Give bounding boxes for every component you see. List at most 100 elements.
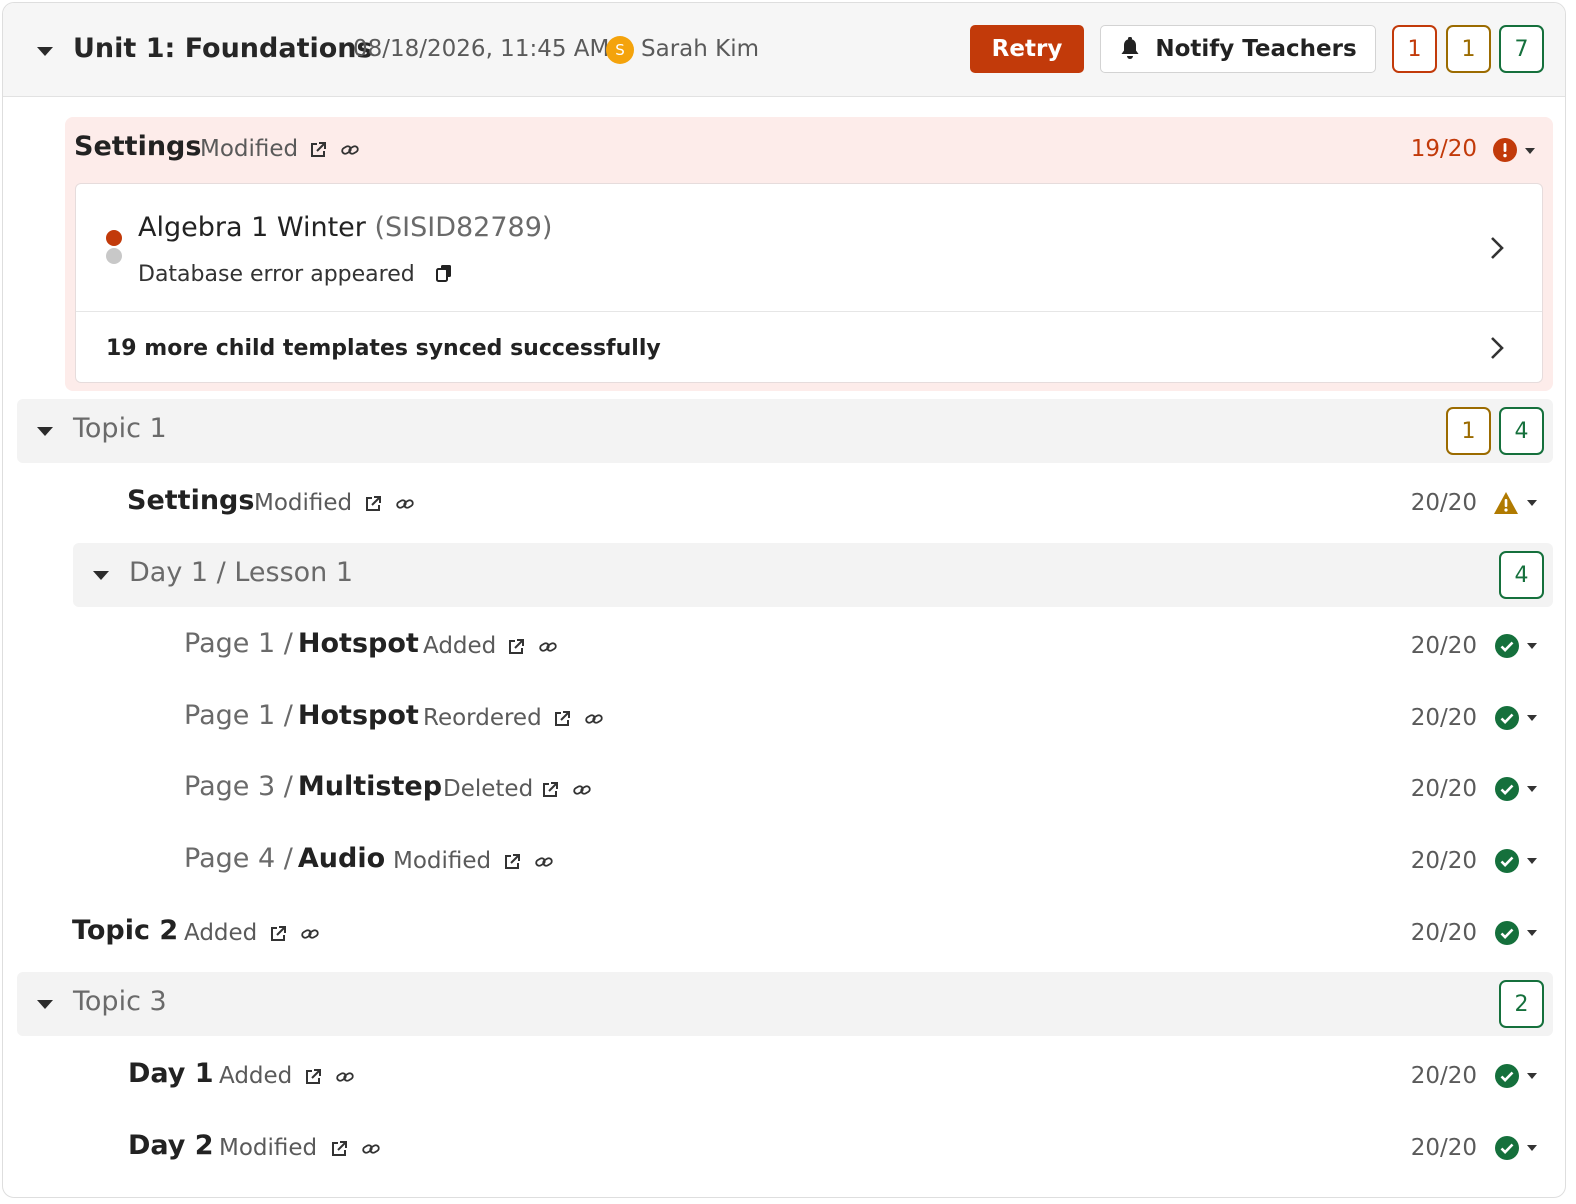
external-link-icon[interactable] [309,141,327,159]
sync-report-panel: Unit 1: Foundations 08/18/2026, 11:45 AM… [2,2,1566,1198]
success-count-badge[interactable]: 2 [1499,980,1544,1028]
day-name: Day 1 [128,1058,214,1089]
link-icon[interactable] [573,783,591,797]
external-link-icon[interactable] [541,781,559,799]
dropdown-caret-icon[interactable] [1527,500,1537,506]
error-count-badge[interactable]: 1 [1392,25,1437,73]
dropdown-caret-icon[interactable] [1527,786,1537,792]
topic-1-settings-row[interactable]: Settings Modified 20/20 [3,471,1565,535]
check-circle-icon [1495,921,1519,945]
pending-status-dot [106,248,122,264]
error-item-row[interactable]: Algebra 1 Winter (SISID82789) Database e… [76,184,1542,312]
collapse-caret-icon[interactable] [37,1000,53,1009]
chevron-right-icon[interactable] [1490,336,1504,360]
day-name: Day 2 [128,1130,214,1161]
external-link-icon[interactable] [553,710,571,728]
dropdown-caret-icon[interactable] [1527,1073,1537,1079]
settings-score: 20/20 [1410,490,1477,516]
topic-title: Topic 3 [73,986,167,1017]
page-row[interactable]: Page 1 / Hotspot Added 20/20 [3,614,1565,678]
success-count-badge[interactable]: 7 [1499,25,1544,73]
bell-icon [1121,37,1139,59]
link-icon[interactable] [362,1142,380,1156]
link-icon[interactable] [301,927,319,941]
warning-count-badge[interactable]: 1 [1446,407,1491,455]
settings-status: Modified [254,490,353,516]
copy-icon[interactable] [436,264,452,282]
error-details-panel: Algebra 1 Winter (SISID82789) Database e… [75,183,1543,383]
page-name: Multistep [297,771,443,802]
error-status-dot [106,230,122,246]
link-icon[interactable] [396,497,414,511]
error-message: Database error appeared [138,262,415,287]
warning-count-badge[interactable]: 1 [1446,25,1491,73]
topic-3-header[interactable]: Topic 3 2 [17,972,1553,1036]
page-prefix: Page 1 / [184,628,293,659]
page-name: Hotspot [297,700,419,731]
link-icon[interactable] [585,712,603,726]
external-link-icon[interactable] [503,853,521,871]
dropdown-caret-icon[interactable] [1527,643,1537,649]
check-circle-icon [1495,849,1519,873]
check-circle-icon [1495,634,1519,658]
dropdown-caret-icon[interactable] [1527,1145,1537,1151]
page-score: 20/20 [1410,848,1477,874]
link-icon[interactable] [535,855,553,869]
page-row[interactable]: Page 4 / Audio Modified 20/20 [3,829,1565,893]
page-row[interactable]: Page 3 / Multistep Deleted 20/20 [3,757,1565,821]
dropdown-caret-icon[interactable] [1527,715,1537,721]
day-status: Modified [219,1135,318,1161]
chevron-right-icon[interactable] [1490,236,1504,260]
page-name: Hotspot [297,628,419,659]
user-name: Sarah Kim [641,36,760,62]
external-link-icon[interactable] [364,495,382,513]
unit-header: Unit 1: Foundations 08/18/2026, 11:45 AM… [3,3,1565,97]
error-icon [1493,138,1517,162]
day-score: 20/20 [1410,1135,1477,1161]
success-count-badge[interactable]: 4 [1499,551,1544,599]
link-icon[interactable] [341,143,359,157]
topic-2-row[interactable]: Topic 2 Added 20/20 [3,901,1565,965]
settings-title: Settings [127,485,255,516]
page-status: Modified [393,848,492,874]
more-synced-row[interactable]: 19 more child templates synced successfu… [76,312,1542,384]
check-circle-icon [1495,1136,1519,1160]
dropdown-caret-icon[interactable] [1527,858,1537,864]
settings-status: Modified [200,136,299,162]
notify-teachers-button[interactable]: Notify Teachers [1100,25,1376,73]
class-name: Algebra 1 Winter (SISID82789) [138,212,552,243]
retry-button[interactable]: Retry [970,25,1084,73]
sis-id: (SISID82789) [374,212,553,243]
day-score: 20/20 [1410,1063,1477,1089]
page-name: Audio [297,843,386,874]
page-score: 20/20 [1410,705,1477,731]
collapse-caret-icon[interactable] [37,47,53,56]
page-score: 20/20 [1410,776,1477,802]
external-link-icon[interactable] [507,638,525,656]
page-status: Reordered [423,705,542,731]
collapse-caret-icon[interactable] [37,427,53,436]
collapse-caret-icon[interactable] [93,571,109,580]
day-1-lesson-1-header[interactable]: Day 1 / Lesson 1 4 [73,543,1553,607]
external-link-icon[interactable] [304,1068,322,1086]
page-prefix: Page 3 / [184,771,293,802]
day-row[interactable]: Day 2 Modified 20/20 [3,1116,1565,1180]
unit-settings-error-card: Settings Modified 19/20 Algebra 1 Winter… [65,117,1553,391]
success-count-badge[interactable]: 4 [1499,407,1544,455]
link-icon[interactable] [539,640,557,654]
warning-icon [1494,492,1518,514]
notify-teachers-label: Notify Teachers [1155,36,1357,62]
dropdown-caret-icon[interactable] [1525,148,1535,154]
topic-score: 20/20 [1410,920,1477,946]
day-row[interactable]: Day 1 Added 20/20 [3,1044,1565,1108]
link-icon[interactable] [336,1070,354,1084]
external-link-icon[interactable] [330,1140,348,1158]
page-row[interactable]: Page 1 / Hotspot Reordered 20/20 [3,686,1565,750]
unit-title: Unit 1: Foundations [73,33,373,64]
avatar: S [606,36,634,64]
page-score: 20/20 [1410,633,1477,659]
more-synced-text: 19 more child templates synced successfu… [106,336,661,361]
external-link-icon[interactable] [269,925,287,943]
topic-1-header[interactable]: Topic 1 1 4 [17,399,1553,463]
dropdown-caret-icon[interactable] [1527,930,1537,936]
